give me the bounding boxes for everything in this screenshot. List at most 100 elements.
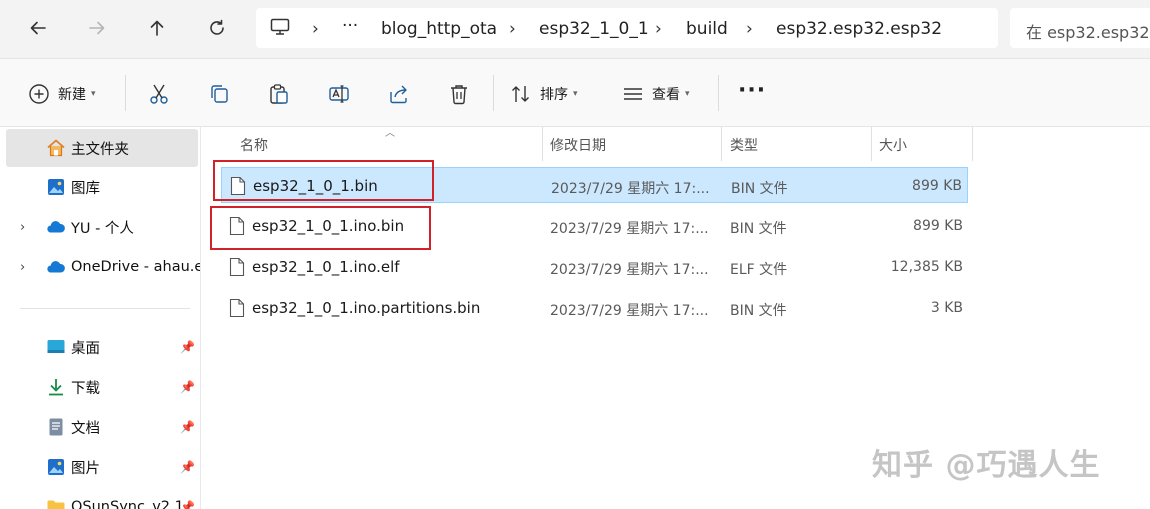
arrow-right-icon[interactable] bbox=[81, 12, 113, 44]
copy-icon bbox=[211, 85, 228, 103]
navigation-pane: 主文件夹 图库 › YU - 个人 › OneDrive - ahau.edu.… bbox=[0, 127, 201, 509]
search-placeholder: 在 esp32.esp32.esp32 中搜索 bbox=[1026, 23, 1150, 42]
divider bbox=[20, 308, 190, 309]
file-size: 3 KB bbox=[930, 300, 963, 316]
chevron-down-icon: ▾ bbox=[685, 89, 690, 99]
more-options-button[interactable]: ··· bbox=[738, 77, 766, 103]
file-date: 2023/7/29 星期六 17:... bbox=[550, 221, 709, 237]
sidebar-item-label: 桌面 bbox=[71, 340, 100, 357]
new-label: 新建 bbox=[58, 87, 86, 103]
new-button[interactable]: 新建 ▾ bbox=[28, 81, 96, 107]
file-icon bbox=[229, 257, 245, 277]
sidebar-item-label: 主文件夹 bbox=[71, 141, 129, 158]
arrow-left-icon[interactable] bbox=[22, 12, 54, 44]
home-icon bbox=[47, 139, 65, 157]
rename-icon bbox=[329, 85, 349, 103]
highlight-box bbox=[213, 160, 434, 201]
column-divider[interactable] bbox=[871, 127, 872, 161]
column-divider[interactable] bbox=[542, 127, 543, 161]
folder-icon bbox=[47, 500, 65, 509]
address-bar[interactable]: › ··· blog_http_ota › esp32_1_0_1 › buil… bbox=[256, 8, 998, 48]
file-date: 2023/7/29 星期六 17:... bbox=[551, 181, 710, 197]
clipboard-icon bbox=[270, 84, 288, 104]
highlight-box bbox=[210, 206, 431, 250]
sidebar-item-label: YU - 个人 bbox=[71, 220, 134, 237]
chevron-right-icon: › bbox=[509, 19, 516, 39]
sidebar-item-label: 下载 bbox=[71, 380, 100, 397]
sidebar-item-label: 文档 bbox=[71, 420, 100, 437]
pin-icon[interactable]: 📌 bbox=[180, 340, 195, 354]
sort-button[interactable]: 排序 ▾ bbox=[510, 81, 578, 107]
file-type: BIN 文件 bbox=[730, 221, 787, 237]
column-divider[interactable] bbox=[721, 127, 722, 161]
sidebar-item-yu-personal[interactable]: › YU - 个人 bbox=[6, 208, 198, 246]
pin-icon[interactable]: 📌 bbox=[180, 420, 195, 434]
sidebar-item-home[interactable]: 主文件夹 bbox=[6, 129, 198, 167]
search-box[interactable]: 在 esp32.esp32.esp32 中搜索 bbox=[1010, 8, 1150, 48]
file-date: 2023/7/29 星期六 17:... bbox=[550, 303, 709, 319]
paste-button[interactable] bbox=[268, 81, 290, 107]
sidebar-item-onedrive[interactable]: › OneDrive - ahau.edu.cn bbox=[6, 248, 200, 286]
file-row[interactable]: esp32_1_0_1.ino.partitions.bin 2023/7/29… bbox=[221, 290, 968, 326]
file-type: BIN 文件 bbox=[731, 181, 788, 197]
view-list-icon bbox=[624, 88, 642, 100]
arrow-up-icon[interactable] bbox=[141, 12, 173, 44]
command-bar: 新建 ▾ 排序 ▾ 查看 ▾ ··· bbox=[0, 58, 1150, 127]
sidebar-item-desktop[interactable]: 桌面 📌 bbox=[6, 328, 198, 366]
column-header-date[interactable]: 修改日期 bbox=[550, 135, 606, 155]
file-name: esp32_1_0_1.ino.elf bbox=[252, 258, 400, 276]
desktop-icon bbox=[47, 340, 65, 353]
file-type: ELF 文件 bbox=[730, 262, 788, 278]
scissors-icon bbox=[150, 84, 168, 104]
file-name: esp32_1_0_1.ino.partitions.bin bbox=[252, 299, 481, 317]
delete-button[interactable] bbox=[448, 81, 470, 107]
breadcrumb-build[interactable]: build bbox=[686, 19, 728, 39]
download-icon bbox=[49, 379, 63, 396]
chevron-right-icon: › bbox=[746, 19, 753, 39]
cloud-icon bbox=[47, 261, 65, 273]
file-date: 2023/7/29 星期六 17:... bbox=[550, 262, 709, 278]
divider bbox=[493, 75, 494, 111]
sort-label: 排序 bbox=[540, 87, 568, 103]
file-row[interactable]: esp32_1_0_1.ino.elf 2023/7/29 星期六 17:...… bbox=[221, 249, 968, 285]
view-button[interactable]: 查看 ▾ bbox=[622, 81, 690, 107]
pin-icon[interactable]: 📌 bbox=[180, 380, 195, 394]
plus-circle-icon bbox=[29, 84, 49, 104]
share-icon bbox=[390, 85, 407, 104]
trash-icon bbox=[451, 85, 467, 105]
pin-icon[interactable]: 📌 bbox=[180, 500, 195, 509]
divider bbox=[718, 75, 719, 111]
chevron-right-icon: › bbox=[312, 19, 319, 39]
sort-icon bbox=[512, 86, 529, 102]
sidebar-item-documents[interactable]: 文档 📌 bbox=[6, 408, 198, 446]
view-label: 查看 bbox=[652, 87, 680, 103]
rename-button[interactable] bbox=[328, 81, 350, 107]
navigation-bar: › ··· blog_http_ota › esp32_1_0_1 › buil… bbox=[0, 0, 1150, 58]
chevron-right-icon[interactable]: › bbox=[20, 220, 25, 235]
copy-button[interactable] bbox=[208, 81, 230, 107]
column-header-size[interactable]: 大小 bbox=[879, 135, 907, 155]
computer-icon bbox=[270, 18, 290, 35]
file-size: 899 KB bbox=[913, 218, 963, 234]
sidebar-item-pictures[interactable]: 图片 📌 bbox=[6, 448, 198, 486]
share-button[interactable] bbox=[388, 81, 410, 107]
breadcrumb-blog-http-ota[interactable]: blog_http_ota bbox=[381, 19, 497, 39]
breadcrumb-esp32-esp32-esp32[interactable]: esp32.esp32.esp32 bbox=[776, 19, 942, 39]
pin-icon[interactable]: 📌 bbox=[180, 460, 195, 474]
sidebar-item-label: QSunSync_v2.1 bbox=[71, 499, 184, 509]
chevron-right-icon[interactable]: › bbox=[20, 260, 25, 275]
column-header-name[interactable]: 名称 bbox=[240, 135, 268, 155]
column-divider[interactable] bbox=[972, 127, 973, 161]
sidebar-item-downloads[interactable]: 下载 📌 bbox=[6, 368, 198, 406]
sidebar-item-qsunsync[interactable]: QSunSync_v2.1 📌 bbox=[6, 488, 198, 509]
breadcrumb-esp32-1-0-1[interactable]: esp32_1_0_1 bbox=[539, 19, 649, 39]
sidebar-item-gallery[interactable]: 图库 bbox=[6, 168, 198, 206]
column-header-type[interactable]: 类型 bbox=[730, 135, 758, 155]
breadcrumb-ellipsis[interactable]: ··· bbox=[342, 16, 358, 36]
sidebar-item-label: 图库 bbox=[71, 180, 100, 197]
file-icon bbox=[229, 298, 245, 318]
cut-button[interactable] bbox=[148, 81, 170, 107]
chevron-down-icon: ▾ bbox=[91, 89, 96, 99]
chevron-down-icon: ▾ bbox=[573, 89, 578, 99]
refresh-icon[interactable] bbox=[201, 12, 233, 44]
